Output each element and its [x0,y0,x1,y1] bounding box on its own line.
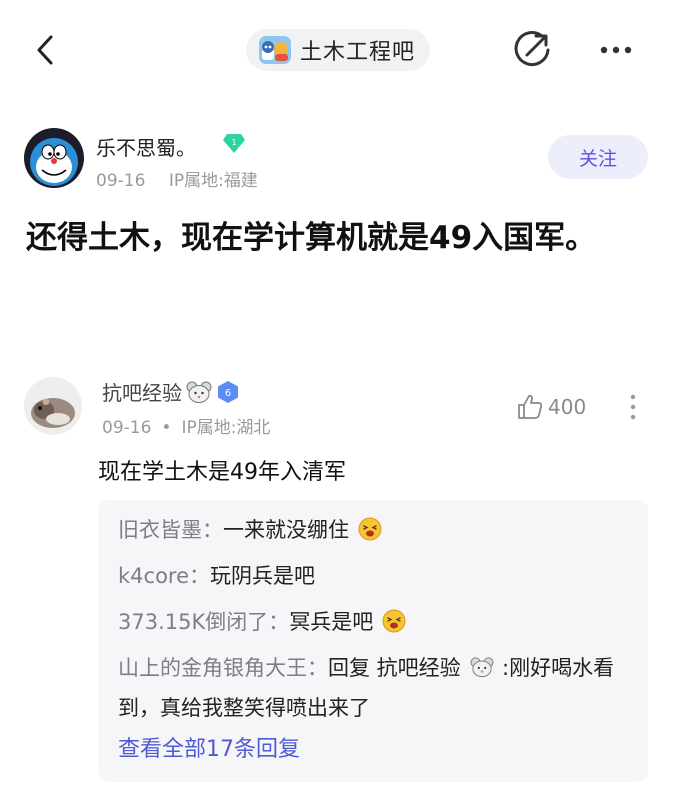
author-meta: 09-16 IP属地:福建 [96,166,258,191]
reply-author[interactable]: 373.15K倒闭了 [118,610,268,634]
author-name[interactable]: 乐不思蜀。 [96,132,196,161]
commenter-name-row: 抗吧经验 6 [102,377,239,406]
forum-name: 土木工程吧 [300,40,416,65]
reply-item[interactable]: k4core：玩阴兵是吧 [118,556,315,596]
post-ip-location: IP属地:福建 [168,171,258,191]
reply-separator: ： [268,610,290,634]
author-avatar[interactable] [24,128,84,188]
laugh-emoji-icon [382,609,406,633]
reply-item[interactable]: 山上的金角银角大王：回复 抗吧经验 :刚好喝水看到，真给我整笑得喷出来了 [118,648,628,728]
diamond-level-number: 1 [231,138,236,147]
reply-text-prefix: 回复 抗吧经验 [328,656,461,680]
reply-author[interactable]: k4core [118,564,189,588]
reply-separator: ： [307,656,328,680]
reply-separator: ： [189,564,211,588]
reply-text: 玩阴兵是吧 [210,564,316,588]
comment-ip-location: IP属地:湖北 [181,418,271,438]
reply-box: 旧衣皆墨：一来就没绷住 k4core：玩阴兵是吧 373.15K倒闭了：冥兵是吧… [98,500,648,782]
level-number: 6 [225,388,231,399]
post-date: 09-16 [96,171,146,191]
reply-text: 冥兵是吧 [289,610,374,634]
reply-item[interactable]: 旧衣皆墨：一来就没绷住 [118,510,382,550]
edit-share-icon[interactable] [512,30,552,70]
commenter-avatar[interactable] [24,377,82,435]
thumbs-up-icon [518,394,543,419]
mouse-emoji-icon [186,381,212,403]
commenter-name[interactable]: 抗吧经验 [102,377,182,406]
diamond-level-icon: 1 [223,134,245,153]
back-arrow-icon[interactable] [28,32,64,68]
level-badge-icon: 6 [218,380,238,403]
reply-text: 一来就没绷住 [223,518,349,542]
forum-pill[interactable]: 土木工程吧 [246,29,430,71]
like-count: 400 [548,395,587,419]
follow-button[interactable]: 关注 [548,135,648,179]
laugh-emoji-icon [358,517,382,541]
like-button[interactable]: 400 [516,393,586,421]
view-all-replies-link[interactable]: 查看全部17条回复 [118,730,300,770]
post-author-row: 乐不思蜀。 1 09-16 IP属地:福建 关注 [0,120,675,200]
comment-text: 现在学土木是49年入清军 [98,460,346,485]
more-icon[interactable] [596,36,636,64]
comment-more-icon[interactable] [628,392,638,422]
top-bar: 土木工程吧 [0,0,675,100]
post-title: 还得土木，现在学计算机就是49入国军。 [26,220,597,256]
forum-logo-icon [259,36,291,64]
reply-separator: ： [202,518,223,542]
reply-item[interactable]: 373.15K倒闭了：冥兵是吧 [118,602,406,642]
meta-separator: • [161,418,172,438]
reply-author[interactable]: 旧衣皆墨 [118,518,202,542]
comment-date: 09-16 [102,418,152,438]
mouse-emoji-icon [470,657,494,678]
reply-author[interactable]: 山上的金角银角大王 [118,656,307,680]
comment-meta: 09-16 • IP属地:湖北 [102,413,270,438]
